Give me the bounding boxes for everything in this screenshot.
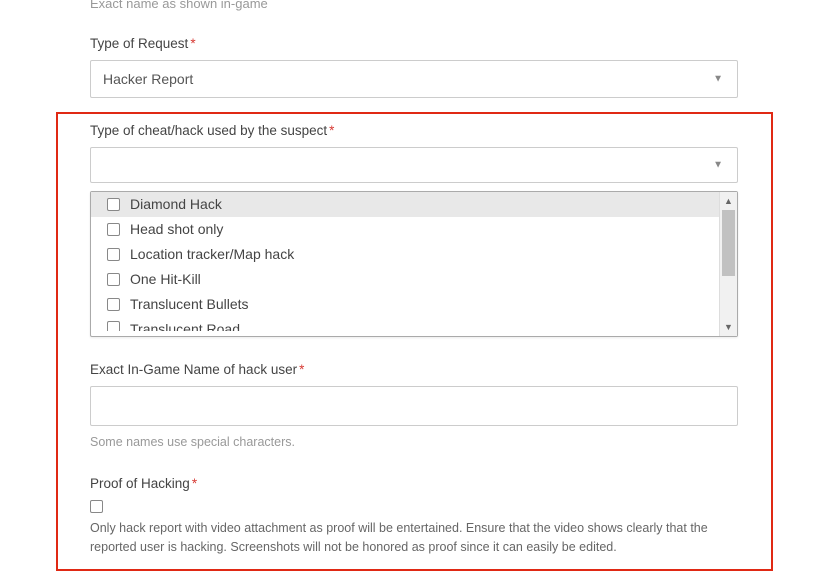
- label-text: Type of Request: [90, 36, 188, 51]
- option-translucent-bullets[interactable]: Translucent Bullets: [91, 292, 719, 317]
- required-asterisk: *: [192, 476, 197, 491]
- option-label: Diamond Hack: [130, 196, 222, 212]
- select-value: Hacker Report: [103, 71, 193, 87]
- option-label: Translucent Bullets: [130, 296, 249, 312]
- option-translucent-road[interactable]: Translucent Road: [91, 317, 719, 331]
- checkbox-proof[interactable]: [90, 500, 103, 513]
- chevron-down-icon: ▼: [713, 73, 723, 84]
- form-root: Exact name as shown in-game Type of Requ…: [0, 0, 828, 557]
- option-label: Translucent Road: [130, 321, 240, 331]
- group-proof: Proof of Hacking* Only hack report with …: [0, 475, 828, 556]
- scroll-down-icon[interactable]: ▼: [720, 318, 737, 336]
- group-hack-user-name: Exact In-Game Name of hack user* Some na…: [0, 361, 828, 451]
- helper-proof: Only hack report with video attachment a…: [90, 519, 730, 557]
- checkbox-icon: [107, 198, 120, 211]
- helper-hack-user-name: Some names use special characters.: [90, 434, 738, 452]
- label-text: Type of cheat/hack used by the suspect: [90, 123, 327, 138]
- option-location-tracker[interactable]: Location tracker/Map hack: [91, 242, 719, 267]
- option-one-hit-kill[interactable]: One Hit-Kill: [91, 267, 719, 292]
- label-request-type: Type of Request*: [90, 35, 738, 54]
- checkbox-icon: [107, 321, 120, 331]
- required-asterisk: *: [329, 123, 334, 138]
- scroll-up-icon[interactable]: ▲: [720, 192, 737, 210]
- label-hack-user-name: Exact In-Game Name of hack user*: [90, 361, 738, 380]
- scrollbar-track: ▲ ▼: [719, 192, 737, 336]
- checkbox-icon: [107, 223, 120, 236]
- label-proof: Proof of Hacking*: [90, 475, 738, 494]
- top-helper-text: Exact name as shown in-game: [0, 0, 828, 11]
- checkbox-icon: [107, 273, 120, 286]
- option-head-shot-only[interactable]: Head shot only: [91, 217, 719, 242]
- checkbox-icon: [107, 248, 120, 261]
- label-cheat-type: Type of cheat/hack used by the suspect*: [90, 122, 738, 141]
- required-asterisk: *: [299, 362, 304, 377]
- group-request-type: Type of Request* Hacker Report ▼: [0, 35, 828, 98]
- required-asterisk: *: [190, 36, 195, 51]
- input-hack-user-name[interactable]: [90, 386, 738, 426]
- chevron-down-icon: ▼: [713, 159, 723, 170]
- option-diamond-hack[interactable]: Diamond Hack: [91, 192, 719, 217]
- select-request-type[interactable]: Hacker Report ▼: [90, 60, 738, 98]
- option-label: Location tracker/Map hack: [130, 246, 294, 262]
- select-cheat-type[interactable]: ▼: [90, 147, 738, 183]
- group-cheat-type: Type of cheat/hack used by the suspect* …: [0, 122, 828, 337]
- option-label: Head shot only: [130, 221, 223, 237]
- dropdown-list: Diamond Hack Head shot only Location tra…: [91, 192, 719, 331]
- dropdown-cheat-type: Diamond Hack Head shot only Location tra…: [90, 191, 738, 337]
- label-text: Proof of Hacking: [90, 476, 190, 491]
- dropdown-inner: Diamond Hack Head shot only Location tra…: [91, 192, 737, 336]
- option-label: One Hit-Kill: [130, 271, 201, 287]
- checkbox-icon: [107, 298, 120, 311]
- label-text: Exact In-Game Name of hack user: [90, 362, 297, 377]
- scrollbar-thumb[interactable]: [722, 210, 735, 276]
